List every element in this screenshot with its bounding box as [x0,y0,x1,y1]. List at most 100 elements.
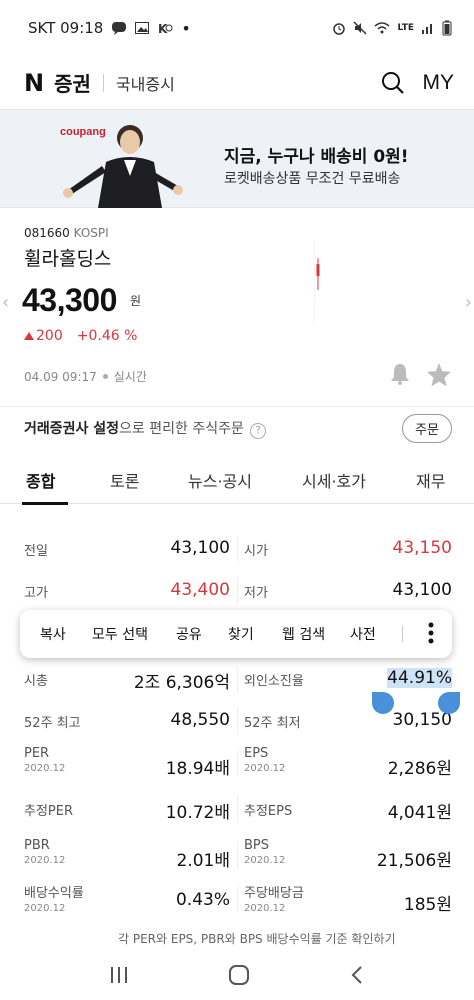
naver-logo[interactable]: N [24,69,44,97]
label-per: PER 2020.12 [24,746,65,774]
tab-overview[interactable]: 종합 [26,468,55,492]
more-vertical-icon[interactable] [428,622,434,644]
live-label: 실시간 [113,370,147,384]
label-dividend-yield: 배당수익률 2020.12 [24,882,84,914]
tab-financials[interactable]: 재무 [416,468,445,492]
label-bps-date: 2020.12 [244,855,286,866]
label-low: 저가 [244,586,268,601]
my-button[interactable]: MY [423,71,455,95]
label-eps-date: 2020.12 [244,763,286,774]
table-row: 시총 2조 6,306억 외인소진율 44.91% [0,658,474,700]
back-icon[interactable] [349,965,365,985]
ad-banner[interactable]: coupang 지금, 누구나 배송비 0원! 로켓배송상품 무조건 무료배송 [0,110,474,208]
label-dps-date: 2020.12 [244,903,286,914]
label-52w-high: 52주 최고 [24,716,81,731]
stock-change: 200 +0.46 % [24,328,137,344]
intraday-mini-chart[interactable] [314,242,454,322]
brand-title[interactable]: 증권 [54,68,91,97]
label-52w-low: 52주 최저 [244,716,301,731]
search-icon[interactable] [381,71,405,95]
image-icon [135,22,150,34]
ad-headline: 지금, 누구나 배송비 0원! [224,147,409,167]
value-high: 43,400 [170,580,230,600]
stock-market: KOSPI [73,226,109,240]
next-stock-arrow-icon[interactable]: › [465,292,472,313]
system-nav-bar [0,950,474,1000]
prev-stock-arrow-icon[interactable]: ‹ [2,292,9,313]
change-absolute: 200 [24,328,63,344]
label-pbr-date: 2020.12 [24,855,66,866]
recent-apps-icon[interactable] [109,966,129,984]
broker-setting-text[interactable]: 거래증권사 설정으로 편리한 주식주문 ? [24,418,267,439]
help-icon[interactable]: ? [250,423,267,439]
alarm-icon [333,23,346,35]
label-per-text: PER [24,746,50,761]
network-type: LTE [397,23,414,33]
value-low: 43,100 [392,580,452,600]
menu-dictionary[interactable]: 사전 [350,624,376,644]
value-dps: 185원 [403,895,452,915]
wifi-icon [374,22,390,34]
column-divider [237,886,238,912]
label-prev-close: 전일 [24,544,48,559]
battery-icon [442,20,452,36]
label-open: 시가 [244,544,268,559]
selection-handle-end[interactable] [438,692,460,714]
value-52w-high: 48,550 [170,710,230,730]
broker-setting-rest: 으로 편리한 주식주문 [119,421,244,437]
menu-find[interactable]: 찾기 [228,624,254,644]
tab-news[interactable]: 뉴스·공시 [188,468,252,492]
status-time: SKT 09:18 [28,19,104,37]
table-row: PBR 2020.12 2.01배 BPS 2020.12 21,506원 [0,834,474,876]
label-market-cap: 시총 [24,674,48,689]
label-est-per: 추정PER [24,804,74,819]
label-per-date: 2020.12 [24,763,66,774]
table-row: 고가 43,400 저가 43,100 [0,570,474,612]
label-est-eps: 추정EPS [244,804,293,819]
bell-icon[interactable] [388,362,412,386]
talk-icon [112,22,127,35]
stock-actions [388,362,452,388]
menu-web-search[interactable]: 웹 검색 [282,624,325,644]
dot-icon: • [181,18,191,38]
column-divider [237,578,238,604]
column-divider [237,536,238,562]
table-row: PER 2020.12 18.94배 EPS 2020.12 2,286원 [0,742,474,784]
stock-code: 081660 [24,226,70,240]
home-icon[interactable] [228,964,250,986]
ad-brand-logo: coupang [60,126,106,138]
up-triangle-icon [24,332,34,340]
mini-chart-candle-body [316,264,320,277]
label-dps-text: 주당배당금 [244,886,304,901]
status-bar: SKT 09:18 K • LTE [0,0,474,56]
timestamp-text: 04.09 09:17 [24,369,97,384]
selection-handle-start[interactable] [372,692,394,714]
value-dividend-yield: 0.43% [175,890,230,910]
value-est-eps: 4,041원 [387,803,452,823]
label-eps: EPS 2020.12 [244,746,285,774]
tab-quotes[interactable]: 시세·호가 [302,468,366,492]
value-est-per: 10.72배 [165,803,230,823]
menu-select-all[interactable]: 모두 선택 [92,624,148,644]
value-prev-close: 43,100 [170,538,230,558]
signal-icon [422,24,432,34]
column-divider [237,708,238,734]
menu-copy[interactable]: 복사 [40,624,66,644]
label-foreign-ratio: 외인소진율 [244,674,304,689]
order-button[interactable]: 주문 [402,414,452,443]
footnote-link[interactable]: 각 PER와 EPS, PBR와 BPS 배당수익률 기준 확인하기 [118,930,396,947]
stock-code-line: 081660 KOSPI [24,226,109,240]
app-header: N 증권 국내증시 MY [0,56,474,110]
live-dot-icon [102,374,108,379]
section-title[interactable]: 국내증시 [116,71,175,95]
value-open: 43,150 [392,538,452,558]
stock-tabs: 종합 토론 뉴스·공시 시세·호가 재무 [0,454,474,505]
menu-share[interactable]: 공유 [176,624,202,644]
star-icon[interactable] [426,362,452,388]
mute-icon [353,21,367,35]
tab-discussion[interactable]: 토론 [110,468,139,492]
label-high: 고가 [24,586,48,601]
broker-setting-link[interactable]: 거래증권사 설정 [24,421,119,437]
value-foreign-ratio[interactable]: 44.91% [387,668,452,688]
header-divider [102,73,104,92]
